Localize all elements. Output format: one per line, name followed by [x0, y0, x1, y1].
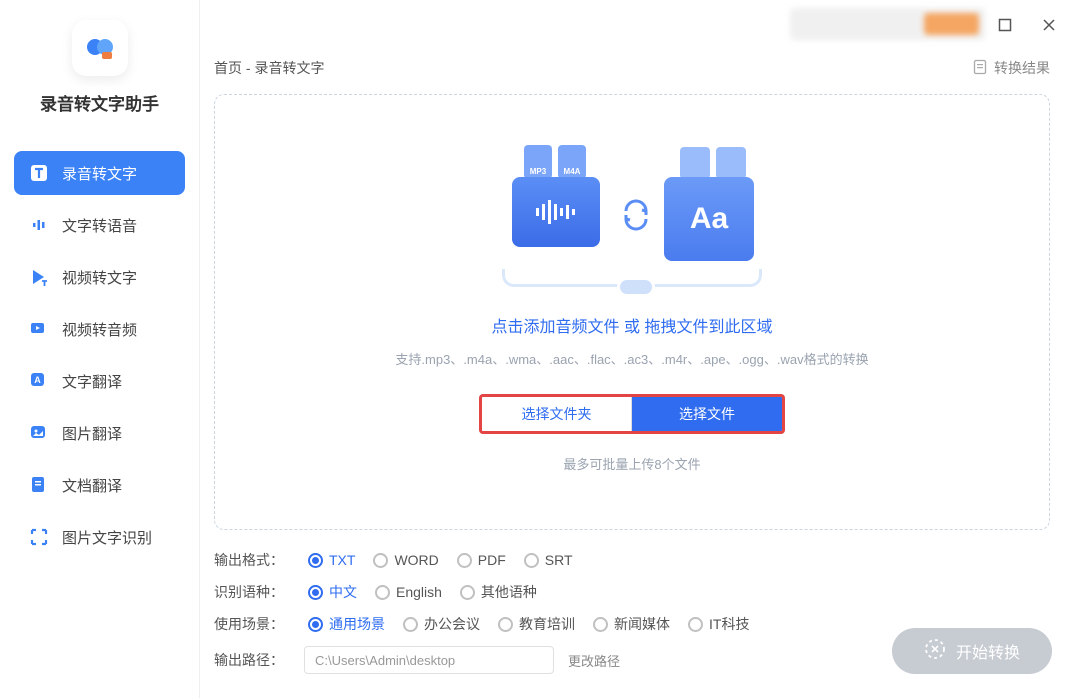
- upload-limit: 最多可批量上传8个文件: [563, 454, 700, 473]
- nav-video-to-audio[interactable]: 视频转音频: [14, 307, 185, 351]
- scene-news-radio[interactable]: 新闻媒体: [593, 614, 670, 634]
- nav-audio-to-text[interactable]: 录音转文字: [14, 151, 185, 195]
- text-icon: [28, 162, 50, 184]
- sidebar: 录音转文字助手 录音转文字 文字转语音 视频转文字 视频转音频 A 文字翻译 图…: [0, 0, 200, 698]
- format-pdf-radio[interactable]: PDF: [457, 552, 506, 568]
- nav-label: 视频转音频: [62, 319, 137, 340]
- scene-general-radio[interactable]: 通用场景: [308, 614, 385, 634]
- format-word-radio[interactable]: WORD: [373, 552, 438, 568]
- nav-label: 文档翻译: [62, 475, 122, 496]
- nav-ocr[interactable]: 图片文字识别: [14, 515, 185, 559]
- video-audio-icon: [28, 318, 50, 340]
- nav-label: 文字翻译: [62, 371, 122, 392]
- nav-label: 文字转语音: [62, 215, 137, 236]
- nav-label: 图片文字识别: [62, 527, 152, 548]
- language-row: 识别语种： 中文 English 其他语种: [214, 582, 1050, 602]
- conversion-result-link[interactable]: 转换结果: [972, 58, 1050, 78]
- output-format-row: 输出格式： TXT WORD PDF SRT: [214, 550, 1050, 570]
- play-text-icon: [28, 266, 50, 288]
- main-area: 更多 首页 - 录音转文字 转换结果 MP3 M4A Aa: [200, 0, 1078, 698]
- start-convert-button[interactable]: 开始转换: [892, 628, 1052, 674]
- select-button-group: 选择文件夹 选择文件: [479, 394, 785, 434]
- convert-icon: [924, 638, 946, 665]
- lang-english-radio[interactable]: English: [375, 584, 442, 600]
- language-label: 识别语种：: [214, 582, 290, 602]
- ocr-icon: [28, 526, 50, 548]
- nav-label: 图片翻译: [62, 423, 122, 444]
- format-srt-radio[interactable]: SRT: [524, 552, 573, 568]
- svg-text:A: A: [34, 375, 41, 385]
- output-path-label: 输出路径：: [214, 650, 290, 670]
- select-folder-button[interactable]: 选择文件夹: [482, 397, 632, 431]
- scene-it-radio[interactable]: IT科技: [688, 614, 749, 634]
- scene-meeting-radio[interactable]: 办公会议: [403, 614, 480, 634]
- nav-text-translate[interactable]: A 文字翻译: [14, 359, 185, 403]
- nav-label: 视频转文字: [62, 267, 137, 288]
- maximize-button[interactable]: [986, 6, 1024, 44]
- breadcrumb: 首页 - 录音转文字: [214, 58, 324, 78]
- nav-doc-translate[interactable]: 文档翻译: [14, 463, 185, 507]
- upload-title: 点击添加音频文件 或 拖拽文件到此区域: [492, 313, 773, 337]
- change-path-link[interactable]: 更改路径: [568, 651, 620, 670]
- scene-education-radio[interactable]: 教育培训: [498, 614, 575, 634]
- app-logo: [72, 20, 128, 76]
- doc-translate-icon: [28, 474, 50, 496]
- app-title: 录音转文字助手: [40, 90, 159, 115]
- blurred-header-label: [790, 8, 985, 40]
- start-convert-label: 开始转换: [956, 639, 1020, 663]
- output-format-label: 输出格式：: [214, 550, 290, 570]
- nav-text-to-speech[interactable]: 文字转语音: [14, 203, 185, 247]
- image-translate-icon: [28, 422, 50, 444]
- lang-other-radio[interactable]: 其他语种: [460, 582, 537, 602]
- nav-image-translate[interactable]: 图片翻译: [14, 411, 185, 455]
- sound-wave-icon: [28, 214, 50, 236]
- upload-illustration: MP3 M4A Aa: [482, 127, 782, 287]
- nav-label: 录音转文字: [62, 163, 137, 184]
- document-icon: [972, 59, 988, 78]
- upload-formats: 支持.mp3、.m4a、.wma、.aac、.flac、.ac3、.m4r、.a…: [395, 349, 868, 368]
- upload-dropzone[interactable]: MP3 M4A Aa 点击添加音频文件 或 拖拽文件到此区域 支持.mp3、.m…: [214, 94, 1050, 530]
- lang-chinese-radio[interactable]: 中文: [308, 582, 357, 602]
- conversion-result-label: 转换结果: [994, 58, 1050, 78]
- close-button[interactable]: [1030, 6, 1068, 44]
- select-file-button[interactable]: 选择文件: [632, 397, 782, 431]
- translate-icon: A: [28, 370, 50, 392]
- output-path-input[interactable]: [304, 646, 554, 674]
- format-txt-radio[interactable]: TXT: [308, 552, 355, 568]
- nav-video-to-text[interactable]: 视频转文字: [14, 255, 185, 299]
- scene-label: 使用场景：: [214, 614, 290, 634]
